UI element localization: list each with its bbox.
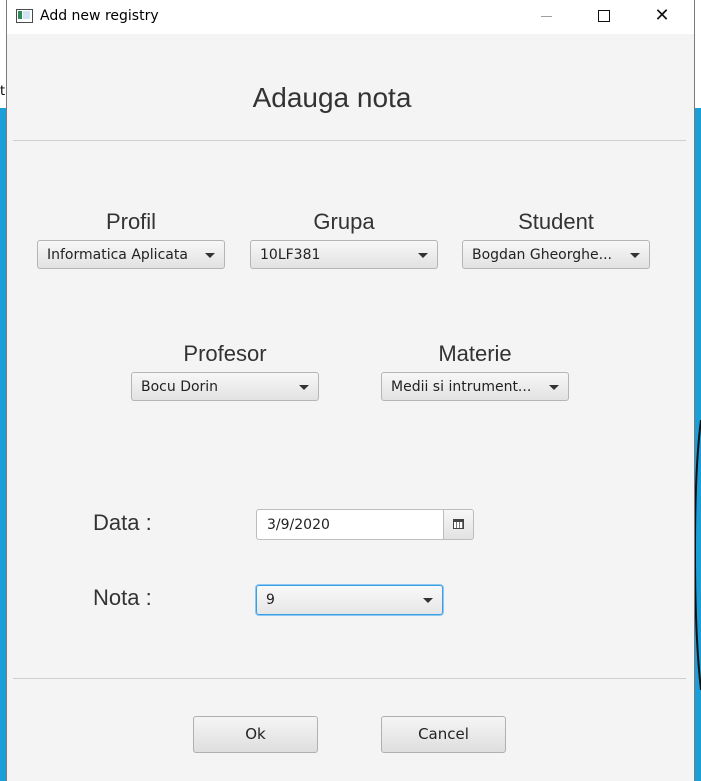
- profil-combobox[interactable]: Informatica Aplicata: [37, 240, 225, 269]
- materie-value: Medii si intrument...: [391, 379, 532, 395]
- student-value: Bogdan Gheorghe...: [472, 247, 612, 263]
- app-window-icon: [16, 9, 33, 23]
- chevron-down-icon: [630, 253, 640, 258]
- cancel-button[interactable]: Cancel: [381, 716, 506, 753]
- top-divider: [13, 140, 686, 141]
- chevron-down-icon: [423, 598, 433, 603]
- profesor-combobox[interactable]: Bocu Dorin: [131, 372, 319, 401]
- profil-label: Profil: [105, 209, 157, 234]
- background-text-fragment: t: [0, 84, 6, 99]
- bottom-divider: [13, 678, 686, 679]
- dialog-window: Add new registry ✕ Adauga nota Profil In…: [6, 0, 695, 781]
- materie-label: Materie: [438, 341, 512, 366]
- profil-value: Informatica Aplicata: [47, 247, 188, 263]
- chevron-down-icon: [549, 385, 559, 390]
- student-combobox[interactable]: Bogdan Gheorghe...: [462, 240, 650, 269]
- chevron-down-icon: [418, 253, 428, 258]
- title-bar[interactable]: Add new registry ✕: [7, 0, 694, 34]
- close-icon[interactable]: ✕: [639, 0, 685, 32]
- grupa-value: 10LF381: [260, 247, 321, 263]
- profesor-value: Bocu Dorin: [141, 379, 219, 395]
- ok-button[interactable]: Ok: [193, 716, 318, 753]
- data-label: Data :: [93, 510, 152, 535]
- date-picker-button[interactable]: [443, 509, 474, 540]
- nota-label: Nota :: [93, 585, 152, 610]
- minimize-icon[interactable]: [523, 0, 569, 32]
- window-title: Add new registry: [40, 8, 159, 24]
- page-title: Adauga nota: [252, 82, 412, 113]
- date-value: 3/9/2020: [267, 517, 330, 533]
- nota-combobox[interactable]: 9: [256, 585, 443, 615]
- nota-value: 9: [266, 592, 275, 608]
- calendar-icon: [453, 519, 464, 529]
- grupa-label: Grupa: [313, 209, 375, 234]
- maximize-icon[interactable]: [581, 0, 627, 32]
- profesor-label: Profesor: [183, 341, 267, 366]
- grupa-combobox[interactable]: 10LF381: [250, 240, 438, 269]
- materie-combobox[interactable]: Medii si intrument...: [381, 372, 569, 401]
- chevron-down-icon: [299, 385, 309, 390]
- chevron-down-icon: [205, 253, 215, 258]
- student-label: Student: [518, 209, 594, 234]
- date-field[interactable]: 3/9/2020: [256, 509, 444, 540]
